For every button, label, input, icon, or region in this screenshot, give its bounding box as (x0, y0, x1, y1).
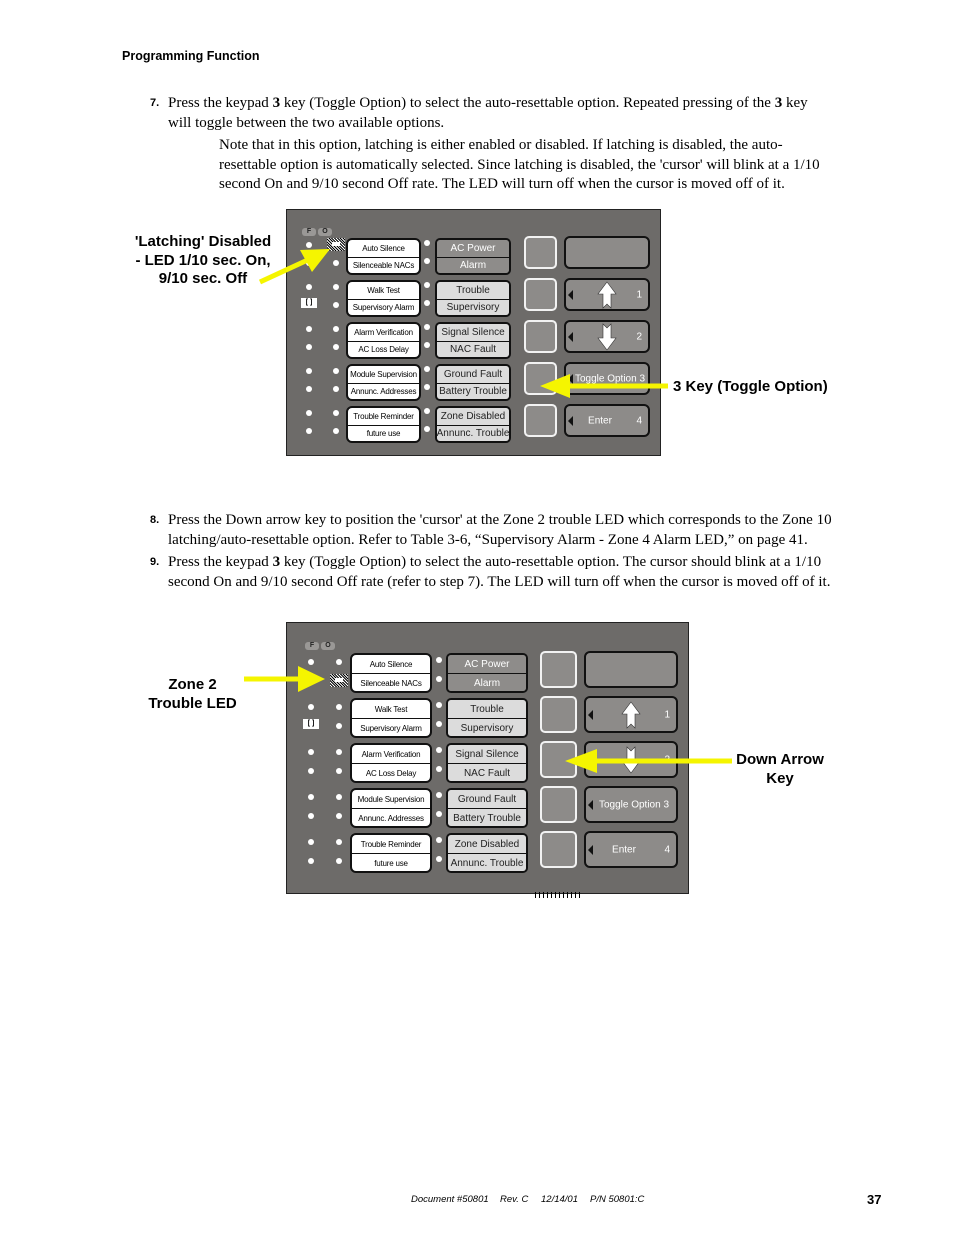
footer-document: Document #50801 (411, 1194, 489, 1205)
page-number: 37 (867, 1192, 882, 1207)
footer-pn: P/N 50801:C (590, 1194, 645, 1205)
arrow-down-key (565, 749, 732, 773)
footer-rev: Rev. C (500, 1194, 529, 1205)
arrow-latching (258, 249, 330, 285)
callout-arrows (244, 249, 732, 773)
arrow-toggle-key (540, 374, 668, 398)
footer-date: 12/14/01 (541, 1194, 578, 1205)
arrow-zone2 (244, 666, 325, 692)
